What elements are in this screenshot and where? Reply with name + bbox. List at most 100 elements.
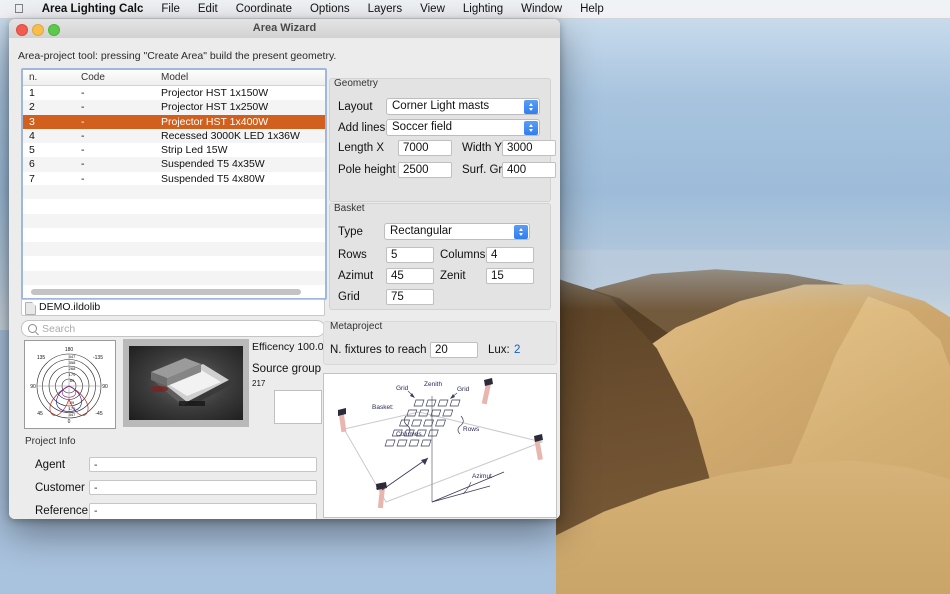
zenit-field[interactable]: 15 — [486, 268, 534, 284]
table-cell-model: Projector HST 1x400W — [161, 115, 269, 128]
table-row[interactable]: 2 - Projector HST 1x250W — [23, 100, 325, 115]
column-header-code[interactable]: Code — [81, 72, 105, 83]
menu-item-file[interactable]: File — [152, 0, 189, 19]
window-body: Area-project tool: pressing "Create Area… — [9, 38, 560, 519]
surf-grid-field[interactable]: 400 — [502, 162, 556, 178]
diagram-label-azimut: Azimut — [472, 473, 492, 480]
columns-label: Columns — [440, 249, 486, 261]
table-row[interactable]: 1 - Projector HST 1x150W — [23, 86, 325, 100]
length-x-label: Length X — [338, 142, 385, 154]
menu-item-lighting[interactable]: Lighting — [454, 0, 512, 19]
agent-field[interactable]: - — [89, 457, 317, 472]
svg-text:135: 135 — [37, 355, 46, 361]
table-empty-area — [23, 185, 325, 298]
menu-item-view[interactable]: View — [411, 0, 454, 19]
layout-select[interactable]: Corner Light masts — [386, 98, 540, 115]
menu-item-app[interactable]: Area Lighting Calc — [33, 0, 153, 19]
fixtures-to-reach-field[interactable]: 20 — [430, 342, 478, 358]
basket-type-value: Rectangular — [390, 225, 453, 237]
table-cell-code: - — [81, 101, 85, 114]
menu-item-window[interactable]: Window — [512, 0, 571, 19]
metaproject-group: Metaproject N. fixtures to reach 20 Lux:… — [323, 321, 557, 365]
pole-height-label: Pole height Z — [338, 164, 406, 176]
table-cell-model: Suspended T5 4x80W — [161, 172, 265, 185]
menu-item-edit[interactable]: Edit — [189, 0, 227, 19]
table-cell-model: Projector HST 1x250W — [161, 101, 269, 114]
table-cell-n: 5 — [29, 144, 35, 157]
stepper-icon[interactable] — [524, 100, 538, 114]
reference-field[interactable]: - — [89, 503, 317, 519]
luminaire-photo — [123, 339, 249, 427]
svg-text:-135: -135 — [93, 355, 103, 361]
luminaire-illustration — [150, 358, 233, 406]
table-horizontal-scrollbar[interactable] — [31, 289, 301, 295]
fixture-table[interactable]: n. Code Model 1 - Projector HST 1x150W 2 - Pr… — [21, 68, 327, 300]
svg-text:180: 180 — [65, 347, 74, 353]
geometry-group: Geometry Layout Corner Light masts Add l… — [329, 78, 556, 202]
polar-diagram: 180 135 -135 90 90 45 -45 0 447 358 268 17… — [24, 340, 116, 429]
fixtures-to-reach-label: N. fixtures to reach — [330, 344, 427, 356]
agent-label: Agent — [35, 459, 66, 471]
columns-field[interactable]: 4 — [486, 247, 534, 263]
lux-label: Lux: — [488, 344, 510, 356]
menu-item-layers[interactable]: Layers — [359, 0, 412, 19]
efficiency-label: Efficency 100.0 — [252, 341, 324, 353]
basket-type-select[interactable]: Rectangular — [384, 223, 530, 240]
diagram-label-rows: Rows — [463, 426, 480, 433]
area-geometry-diagram: Grid Zenith Grid Basket: Columns Rows Az… — [323, 373, 557, 518]
color-picker[interactable] — [274, 390, 322, 424]
rows-field[interactable]: 5 — [386, 247, 434, 263]
search-icon — [28, 324, 37, 333]
svg-text:268: 268 — [69, 366, 76, 371]
customer-field[interactable]: - — [89, 480, 317, 495]
table-empty-row — [23, 228, 325, 242]
diagram-label-basket: Basket: — [372, 404, 394, 411]
menu-item-help[interactable]: Help — [571, 0, 613, 19]
table-row[interactable]: 4 - Recessed 3000K LED 1x36W — [23, 128, 325, 144]
window-title: Area Wizard — [252, 22, 317, 34]
table-cell-code: - — [81, 87, 85, 99]
diagram-label-grid-left: Grid — [396, 385, 409, 392]
library-file-row[interactable]: DEMO.ildolib — [21, 299, 325, 316]
column-header-n[interactable]: n. — [29, 72, 37, 83]
basket-legend: Basket — [334, 203, 365, 214]
svg-text:179: 179 — [69, 372, 76, 377]
table-cell-code: - — [81, 115, 85, 128]
table-row[interactable]: 6 - Suspended T5 4x35W — [23, 157, 325, 172]
width-y-field[interactable]: 3000 — [502, 140, 556, 156]
table-cell-code: - — [81, 172, 85, 185]
table-cell-n: 4 — [29, 129, 35, 142]
table-row[interactable]: 5 - Strip Led 15W — [23, 143, 325, 157]
search-placeholder: Search — [42, 322, 76, 335]
azimut-field[interactable]: 45 — [386, 268, 434, 284]
table-row[interactable]: 3 - Projector HST 1x400W — [23, 114, 325, 129]
length-x-field[interactable]: 7000 — [398, 140, 452, 156]
table-row[interactable]: 7 - Suspended T5 4x80W — [23, 172, 325, 186]
table-cell-model: Recessed 3000K LED 1x36W — [161, 129, 300, 142]
basket-type-label: Type — [338, 226, 363, 238]
horizon-haze — [556, 250, 950, 310]
svg-text:447: 447 — [69, 354, 76, 359]
diagram-label-zenith: Zenith — [424, 381, 442, 388]
stepper-icon[interactable] — [514, 225, 528, 239]
column-header-model[interactable]: Model — [161, 72, 188, 83]
metaproject-legend: Metaproject — [330, 321, 383, 332]
addlines-select[interactable]: Soccer field — [386, 119, 540, 136]
grid-field[interactable]: 75 — [386, 289, 434, 305]
rows-label: Rows — [338, 249, 367, 261]
window-titlebar[interactable]: Area Wizard — [9, 19, 560, 39]
pole-height-field[interactable]: 2500 — [398, 162, 452, 178]
diagram-label-columns: Columns — [396, 431, 422, 438]
table-cell-code: - — [81, 144, 85, 157]
apple-icon[interactable]:  — [8, 2, 33, 16]
stepper-icon[interactable] — [524, 121, 538, 135]
menu-item-coordinate[interactable]: Coordinate — [227, 0, 301, 19]
addlines-value: Soccer field — [392, 121, 453, 133]
menubar:  Area Lighting Calc File Edit Coordinat… — [0, 0, 950, 19]
table-empty-row — [23, 199, 325, 213]
menu-item-options[interactable]: Options — [301, 0, 359, 19]
search-input[interactable]: Search — [21, 320, 325, 337]
source-group-value: 217 — [252, 379, 266, 388]
table-cell-n: 7 — [29, 172, 35, 185]
lux-value: 2 — [514, 344, 521, 356]
